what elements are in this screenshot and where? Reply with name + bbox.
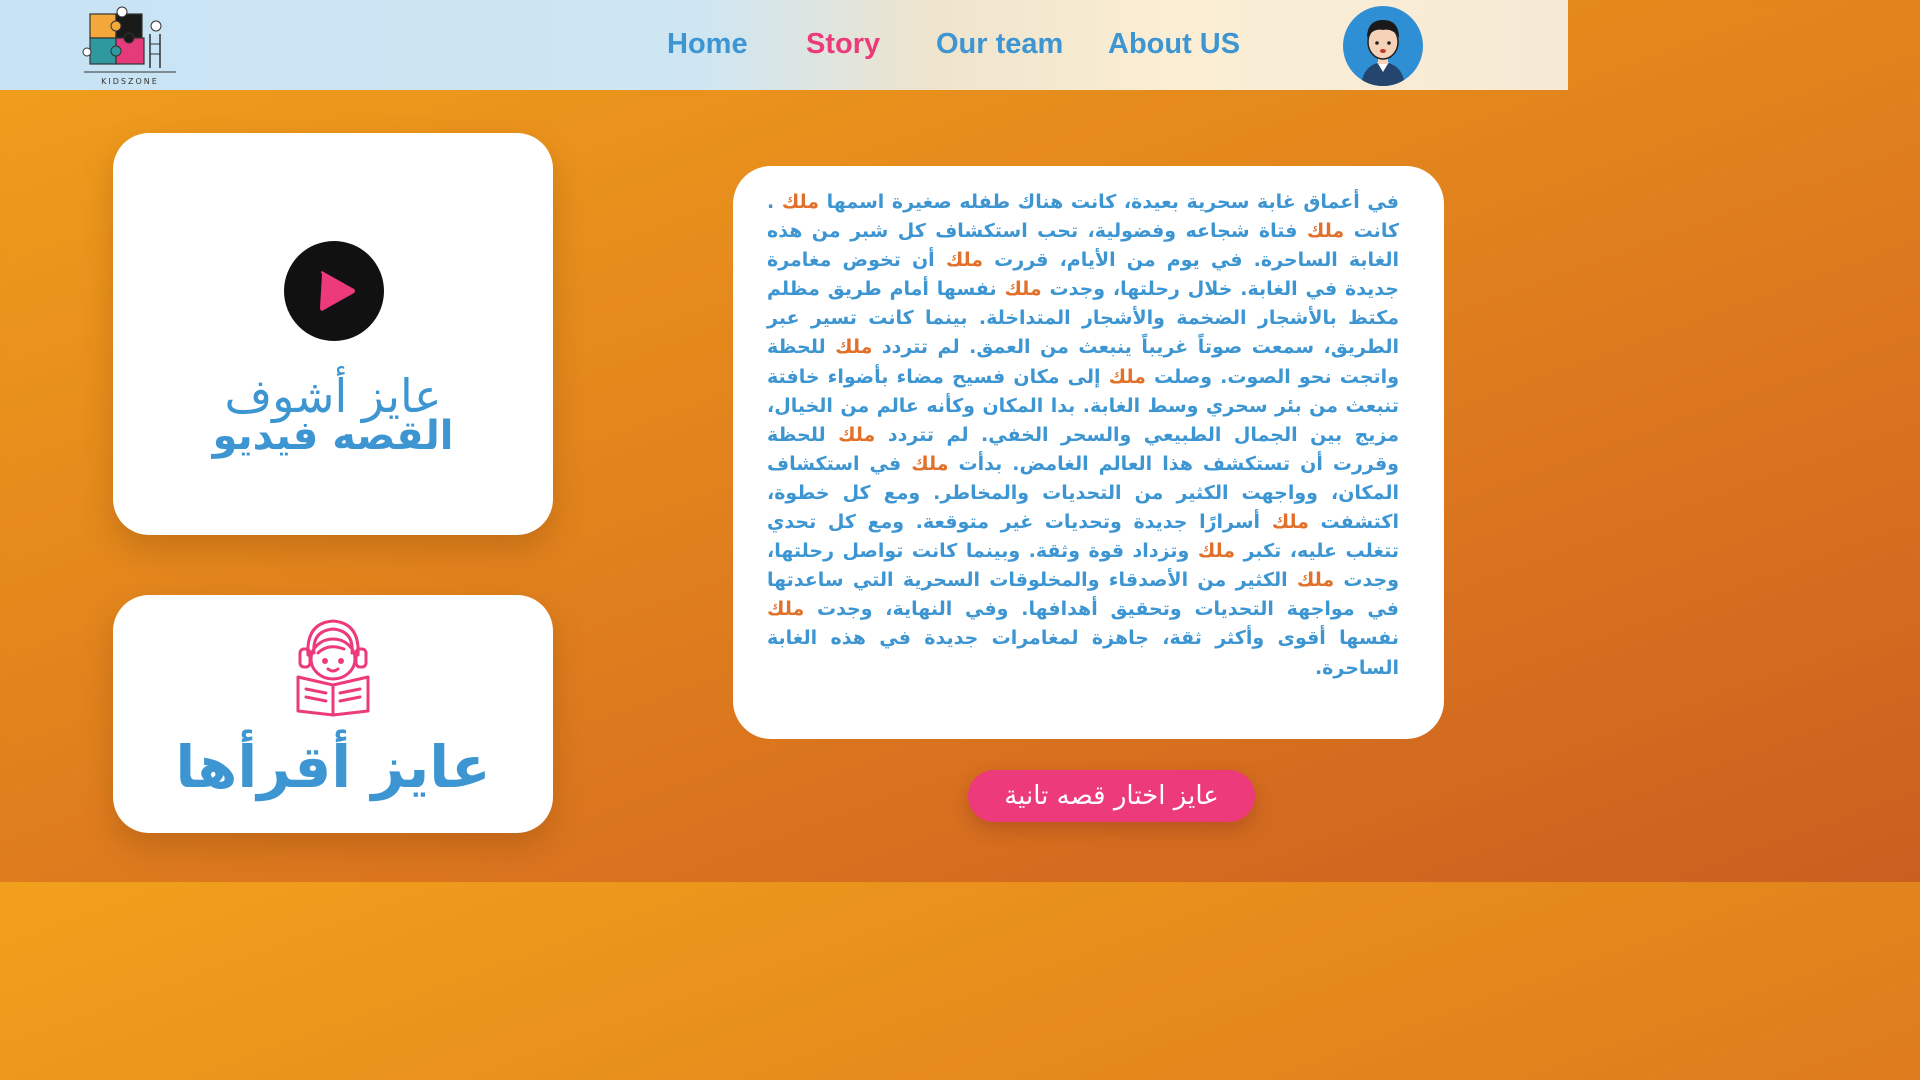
nav-about-us[interactable]: About US xyxy=(1108,28,1240,61)
nav-story[interactable]: Story xyxy=(806,28,880,61)
character-name: ملك xyxy=(781,191,820,213)
character-name: ملك xyxy=(1197,540,1236,563)
character-name: ملك xyxy=(767,598,805,621)
character-name: ملك xyxy=(835,336,873,359)
play-icon xyxy=(320,271,355,311)
story-video-label: القصه فيديو xyxy=(212,413,454,459)
character-name: ملك xyxy=(911,452,949,475)
character-name: ملك xyxy=(1108,365,1146,388)
girl-reading-book-icon xyxy=(296,619,370,717)
watch-video-card[interactable]: عايز أشوف القصه فيديو xyxy=(113,133,553,535)
puzzle-logo-icon xyxy=(82,6,176,73)
character-name: ملك xyxy=(1271,511,1309,534)
header-bar: KIDSZONE Home Story Our team About US xyxy=(0,0,1568,90)
nav-home[interactable]: Home xyxy=(667,28,748,61)
kidszone-logo[interactable]: KIDSZONE xyxy=(80,6,180,86)
character-name: ملك xyxy=(1296,569,1335,592)
character-name: ملك xyxy=(838,423,876,446)
choose-another-story-button[interactable]: عايز اختار قصه تانية xyxy=(968,770,1255,822)
read-it-label: عايز أقرأها xyxy=(175,733,491,801)
character-name: ملك xyxy=(1004,278,1042,301)
play-button[interactable] xyxy=(284,241,384,341)
story-text-box: في أعماق غابة سحرية بعيدة، كانت هناك طفل… xyxy=(733,166,1444,739)
logo-text: KIDSZONE xyxy=(101,77,159,86)
nav-our-team[interactable]: Our team xyxy=(936,28,1063,61)
read-story-card[interactable]: عايز أقرأها xyxy=(113,595,553,833)
story-segment: نفسها أقوى وأكثر ثقة، جاهزة لمغامرات جدي… xyxy=(767,627,1399,679)
story-paragraph: في أعماق غابة سحرية بعيدة، كانت هناك طفل… xyxy=(767,188,1399,683)
story-segment: في أعماق غابة سحرية بعيدة، كانت هناك طفل… xyxy=(819,191,1399,213)
character-name: ملك xyxy=(1306,220,1345,243)
user-avatar[interactable] xyxy=(1343,6,1423,86)
character-name: ملك xyxy=(945,249,984,272)
boy-avatar-icon xyxy=(1361,20,1405,86)
